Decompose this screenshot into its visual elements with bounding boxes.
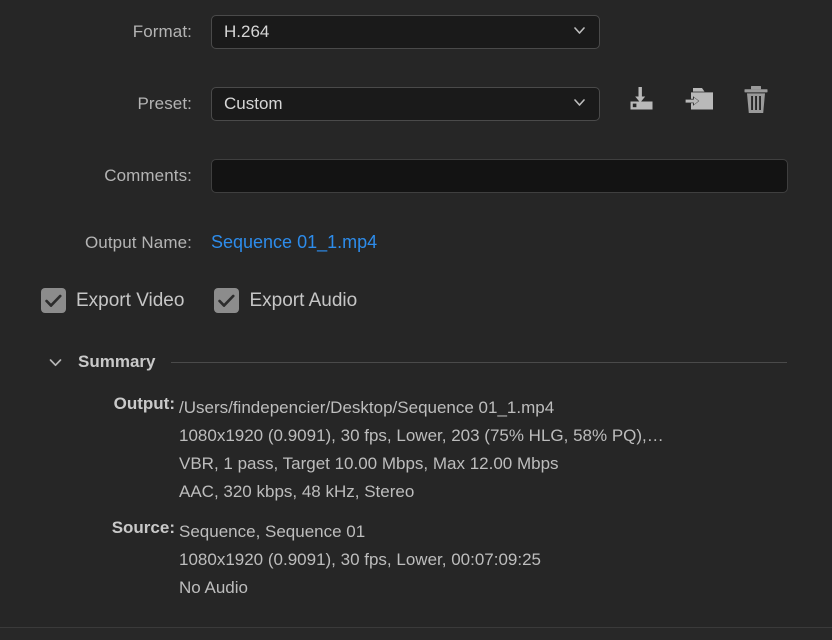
chevron-down-icon (574, 25, 585, 36)
summary-divider (171, 361, 787, 363)
chevron-down-icon[interactable] (45, 352, 65, 372)
import-preset-button[interactable] (683, 85, 717, 119)
summary-source-key: Source: (111, 518, 175, 537)
summary-line: Sequence, Sequence 01 (179, 522, 366, 541)
export-video-checkbox[interactable]: Export Video (41, 288, 184, 313)
preset-label: Preset: (137, 94, 192, 113)
summary-line: 1080x1920 (0.9091), 30 fps, Lower, 203 (… (179, 426, 664, 445)
preset-actions-group (627, 85, 773, 119)
summary-line: No Audio (179, 578, 248, 597)
summary-line: AAC, 320 kbps, 48 kHz, Stereo (179, 482, 415, 501)
save-preset-button[interactable] (627, 85, 661, 119)
summary-line: /Users/findepencier/Desktop/Sequence 01_… (179, 398, 555, 417)
chevron-down-icon (574, 97, 585, 108)
format-row: Format: H.264 (0, 15, 600, 49)
bottom-strip (0, 628, 832, 640)
output-name-link[interactable]: Sequence 01_1.mp4 (211, 232, 377, 253)
output-name-label: Output Name: (84, 232, 192, 252)
format-label: Format: (132, 22, 192, 41)
preset-row: Preset: Custom (0, 87, 600, 121)
summary-output-key: Output: (113, 394, 175, 413)
summary-source-block: Source: Sequence, Sequence 01 1080x1920 … (0, 518, 541, 602)
summary-line: VBR, 1 pass, Target 10.00 Mbps, Max 12.0… (179, 454, 559, 473)
comments-input[interactable] (211, 159, 788, 193)
checkmark-icon (41, 288, 66, 313)
trash-icon (742, 85, 770, 120)
comments-row: Comments: (0, 159, 788, 193)
save-preset-icon (629, 86, 659, 119)
summary-output-block: Output: /Users/findepencier/Desktop/Sequ… (0, 394, 664, 506)
comments-label: Comments: (104, 166, 192, 185)
import-preset-icon (684, 86, 716, 119)
bottom-divider (0, 627, 832, 628)
summary-source-lines: Sequence, Sequence 01 1080x1920 (0.9091)… (179, 518, 541, 602)
preset-value: Custom (224, 94, 283, 113)
export-toggles-group: Export Video Export Audio (41, 288, 357, 313)
summary-header[interactable]: Summary (45, 352, 787, 372)
format-dropdown[interactable]: H.264 (211, 15, 600, 49)
summary-output-lines: /Users/findepencier/Desktop/Sequence 01_… (179, 394, 664, 506)
format-value: H.264 (224, 22, 270, 41)
export-video-label: Export Video (76, 289, 185, 311)
output-name-row: Output Name: Sequence 01_1.mp4 (0, 232, 377, 253)
export-audio-checkbox[interactable]: Export Audio (214, 288, 357, 313)
export-audio-label: Export Audio (249, 289, 358, 311)
preset-dropdown[interactable]: Custom (211, 87, 600, 121)
delete-preset-button[interactable] (739, 85, 773, 119)
summary-line: 1080x1920 (0.9091), 30 fps, Lower, 00:07… (179, 550, 541, 569)
summary-title: Summary (78, 352, 156, 371)
checkmark-icon (214, 288, 240, 313)
